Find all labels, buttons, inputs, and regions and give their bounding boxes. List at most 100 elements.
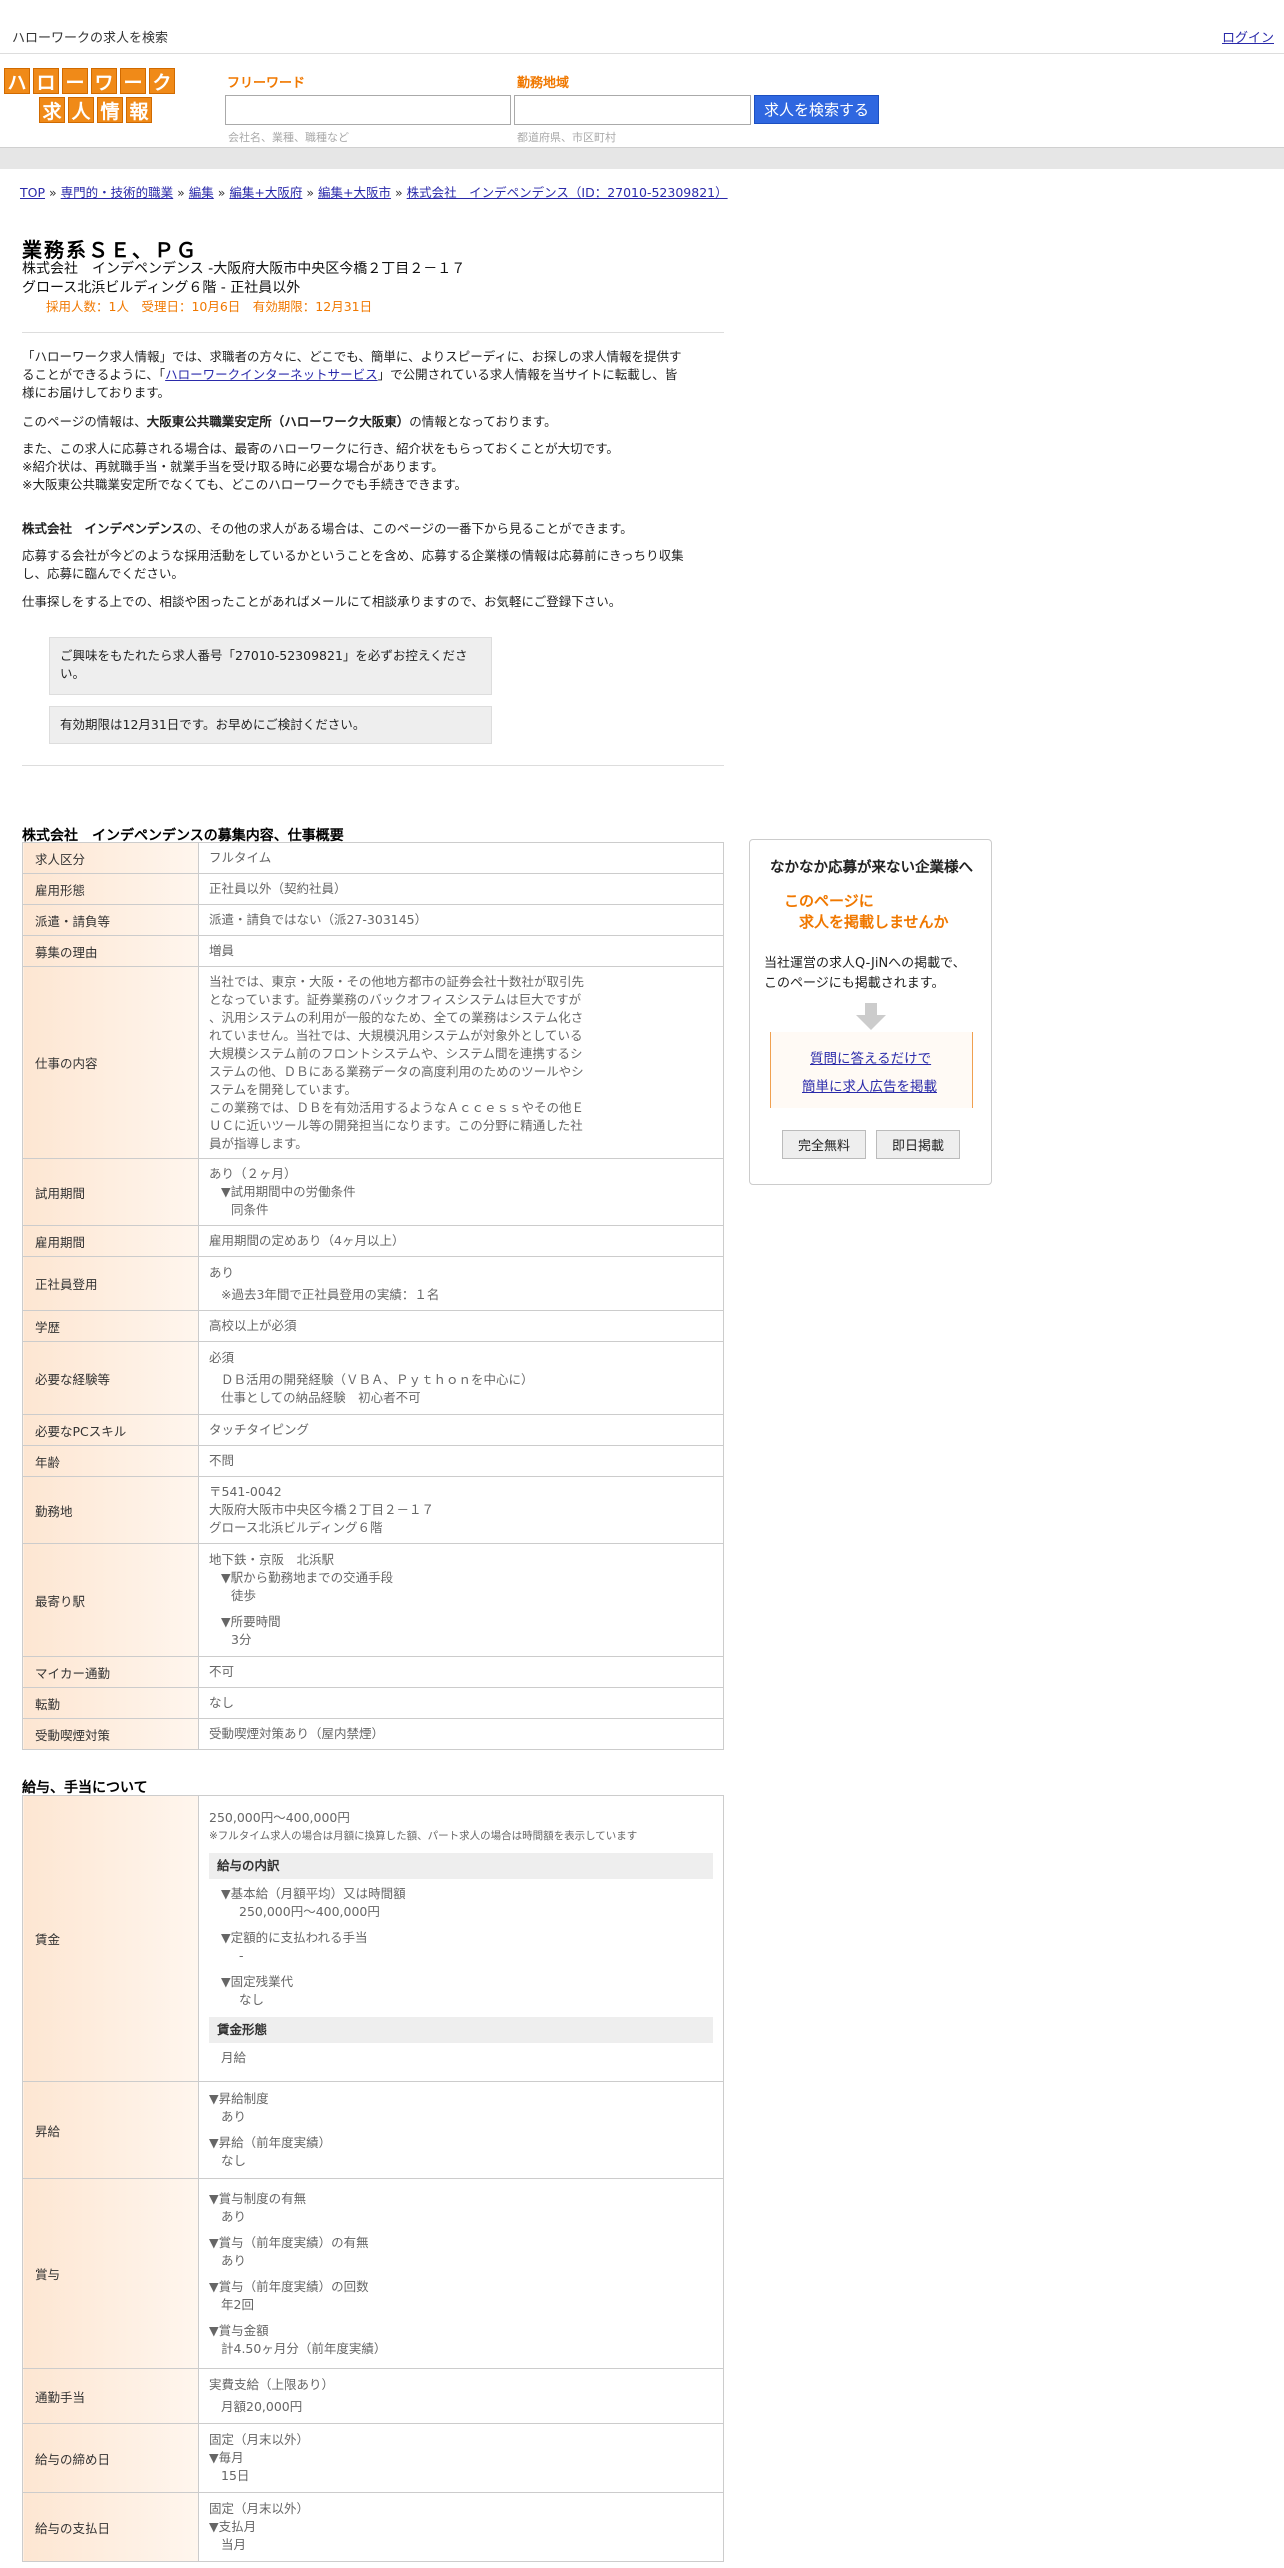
logo[interactable]: ハ ロ ー ワ ー ク 求 人 情 報 <box>4 68 182 126</box>
value-line: ▼昇給（前年度実績） <box>209 2135 332 2150</box>
value-line: ▼支払月 <box>209 2519 257 2534</box>
breadcrumb-link[interactable]: 専門的・技術的職業 <box>61 185 174 200</box>
table-row: 必要な経験等 必須 ＤＢ活用の開発経験（ＶＢＡ、Ｐｙｔｈｏｎを中心に） 仕事とし… <box>22 1341 724 1415</box>
table-row: 年齢 不問 <box>22 1445 724 1477</box>
breadcrumb-link[interactable]: 編集+大阪市 <box>318 185 391 200</box>
breadcrumb-link[interactable]: 株式会社 インデペンデンス（ID：27010-52309821） <box>407 185 728 200</box>
value-line: 3分 <box>231 1632 252 1647</box>
site-title: ハローワークの求人を検索 <box>12 31 169 46</box>
row-value: 正社員以外（契約社員） <box>198 873 724 905</box>
salary-table: 賃金 250,000円〜400,000円 ※フルタイム求人の場合は月額に換算した… <box>22 1795 724 2562</box>
intro-line: ※大阪東公共職業安定所でなくても、どこのハローワークでも手続きできます。 <box>22 477 467 492</box>
ad-link-post[interactable]: 簡単に求人広告を掲載 <box>802 1075 937 1095</box>
breadcrumb-separator: » <box>177 185 185 200</box>
value-line: 仕事としての納品経験 初心者不可 <box>221 1390 421 1405</box>
area-input[interactable] <box>514 95 751 125</box>
intro-line: し、応募に臨んでください。 <box>22 566 184 581</box>
employer-ad-box: なかなか応募が来ない企業様へ このページに 求人を掲載しませんか 当社運営の求人… <box>749 839 992 1185</box>
office-paragraph: このページの情報は、大阪東公共職業安定所（ハローワーク大阪東）の情報となっており… <box>22 413 724 431</box>
value-line: 大阪府大阪市中央区今橋２丁目２－１７ <box>209 1502 435 1517</box>
job-description-line: ステムの他、ＤＢにある業務データの高度利用のためのツールやシ <box>209 1063 584 1079</box>
breadcrumb-link[interactable]: TOP <box>20 185 45 200</box>
row-value: あり ※過去3年間で正社員登用の実績：１名 <box>198 1256 724 1311</box>
wage-range: 250,000円〜400,000円 <box>209 1809 350 1825</box>
apply-paragraph: 応募する会社が今どのような採用活動をしているかということを含め、応募する企業様の… <box>22 547 724 583</box>
row-key: 年齢 <box>22 1445 199 1477</box>
divider <box>22 332 724 333</box>
row-value: ▼賞与制度の有無 あり ▼賞与（前年度実績）の有無 あり ▼賞与（前年度実績）の… <box>198 2178 724 2369</box>
row-value: 増員 <box>198 935 724 967</box>
header-divider <box>0 147 1284 169</box>
intro-paragraph: 「ハローワーク求人情報」では、求職者の方々に、どこでも、簡単に、よりスピーディに… <box>22 348 724 402</box>
table-row: 派遣・請負等 派遣・請負ではない（派27-303145） <box>22 904 724 936</box>
value-line: ※過去3年間で正社員登用の実績：１名 <box>221 1286 440 1302</box>
row-key: 必要なPCスキル <box>22 1414 199 1446</box>
value-line: 固定（月末以外） <box>209 2432 310 2447</box>
note-line: ご興味をもたれたら求人番号「27010-52309821」を必ずお控えくださ <box>60 648 468 663</box>
intro-line: また、この求人に応募される場合は、最寄のハローワークに行き、紹介状をもらっておく… <box>22 441 619 456</box>
job-description-line: 大規模システム前のフロントシステムや、システム間を連携するシ <box>209 1045 583 1061</box>
keyword-input[interactable] <box>225 95 511 125</box>
free-button[interactable]: 完全無料 <box>782 1130 866 1159</box>
value-line: 〒541-0042 <box>209 1484 282 1499</box>
row-value: 不可 <box>198 1656 724 1688</box>
value-line: ▼賞与（前年度実績）の回数 <box>209 2278 369 2294</box>
row-value: 固定（月末以外） ▼支払月 当月 <box>198 2492 724 2562</box>
table-row: 賞与 ▼賞与制度の有無 あり ▼賞与（前年度実績）の有無 あり ▼賞与（前年度実… <box>22 2178 724 2369</box>
value-line: ▼賞与（前年度実績）の有無 <box>209 2234 369 2250</box>
row-key: 給与の締め日 <box>22 2423 199 2493</box>
value-line: ▼固定残業代 <box>221 1973 294 1989</box>
breadcrumb-separator: » <box>395 185 403 200</box>
login-link[interactable]: ログイン <box>1222 27 1274 46</box>
row-key: 給与の支払日 <box>22 2492 199 2562</box>
value-line: - <box>239 1947 244 1963</box>
row-key: 昇給 <box>22 2081 199 2179</box>
job-description-line: 、汎用システムの利用が一般的なため、全ての業務はシステム化さ <box>209 1009 584 1025</box>
logo-char: ロ <box>33 68 59 94</box>
logo-char: ワ <box>91 68 117 94</box>
row-key: 募集の理由 <box>22 935 199 967</box>
row-key: 雇用期間 <box>22 1225 199 1257</box>
row-key: 賞与 <box>22 2178 199 2369</box>
search-button[interactable]: 求人を検索する <box>754 95 879 124</box>
value-line: 実費支給（上限あり） <box>209 2377 335 2392</box>
value-line: 同条件 <box>231 1202 269 1217</box>
value-line: 250,000円〜400,000円 <box>239 1903 380 1919</box>
value-line: あり <box>221 2208 247 2224</box>
breadcrumb-link[interactable]: 編集+大阪府 <box>229 185 302 200</box>
value-line: ▼所要時間 <box>221 1614 281 1629</box>
wage-breakdown-heading: 給与の内訳 <box>209 1852 713 1879</box>
value-line: なし <box>239 1991 265 2007</box>
intro-text: の、その他の求人がある場合は、このページの一番下から見ることができます。 <box>184 521 633 536</box>
section-title-salary: 給与、手当について <box>22 1780 148 1796</box>
value-line: ▼駅から勤務地までの交通手段 <box>221 1570 394 1585</box>
job-description-line: となっています。証券業務のバックオフィスシステムは巨大ですが <box>209 991 582 1007</box>
breadcrumb-link[interactable]: 編集 <box>189 185 214 200</box>
row-key: 賃金 <box>22 1795 199 2082</box>
value-line: ▼賞与制度の有無 <box>209 2190 307 2206</box>
row-value: なし <box>198 1687 724 1719</box>
table-row: 雇用期間 雇用期間の定めあり（4ヶ月以上） <box>22 1225 724 1257</box>
same-day-button[interactable]: 即日掲載 <box>876 1130 960 1159</box>
arrow-down-icon <box>856 1003 886 1030</box>
building-employment: グロース北浜ビルディング６階 - 正社員以外 <box>22 280 301 296</box>
row-key: 仕事の内容 <box>22 966 199 1159</box>
value-line: 月給 <box>221 2049 247 2065</box>
logo-char: ー <box>120 68 146 94</box>
ad-desc-1: 当社運営の求人Q-JiNへの掲載で、 <box>764 956 966 971</box>
intro-line: 「ハローワーク求人情報」では、求職者の方々に、どこでも、簡単に、よりスピーディに… <box>22 349 682 364</box>
logo-char: 報 <box>126 97 152 123</box>
job-number-note: ご興味をもたれたら求人番号「27010-52309821」を必ずお控えくださ い… <box>49 637 492 695</box>
keyword-label: フリーワード <box>227 76 306 91</box>
ad-desc-2: このページにも掲載されます。 <box>764 976 945 991</box>
intro-line: 様にお届けしております。 <box>22 385 171 400</box>
value-line: ▼試用期間中の労働条件 <box>221 1184 356 1199</box>
value-line: ▼基本給（月額平均）又は時間額 <box>221 1885 406 1901</box>
area-label: 勤務地域 <box>517 76 570 91</box>
row-value: 250,000円〜400,000円 ※フルタイム求人の場合は月額に換算した額、パ… <box>198 1795 724 2082</box>
hellowork-internet-link[interactable]: ハローワークインターネットサービス <box>165 367 378 382</box>
wage-note: ※フルタイム求人の場合は月額に換算した額、パート求人の場合は時間額を表示していま… <box>209 1829 638 1842</box>
row-value: ▼昇給制度 あり ▼昇給（前年度実績） なし <box>198 2081 724 2179</box>
logo-char: ハ <box>4 68 30 94</box>
ad-link-questions[interactable]: 質問に答えるだけで <box>810 1047 931 1067</box>
